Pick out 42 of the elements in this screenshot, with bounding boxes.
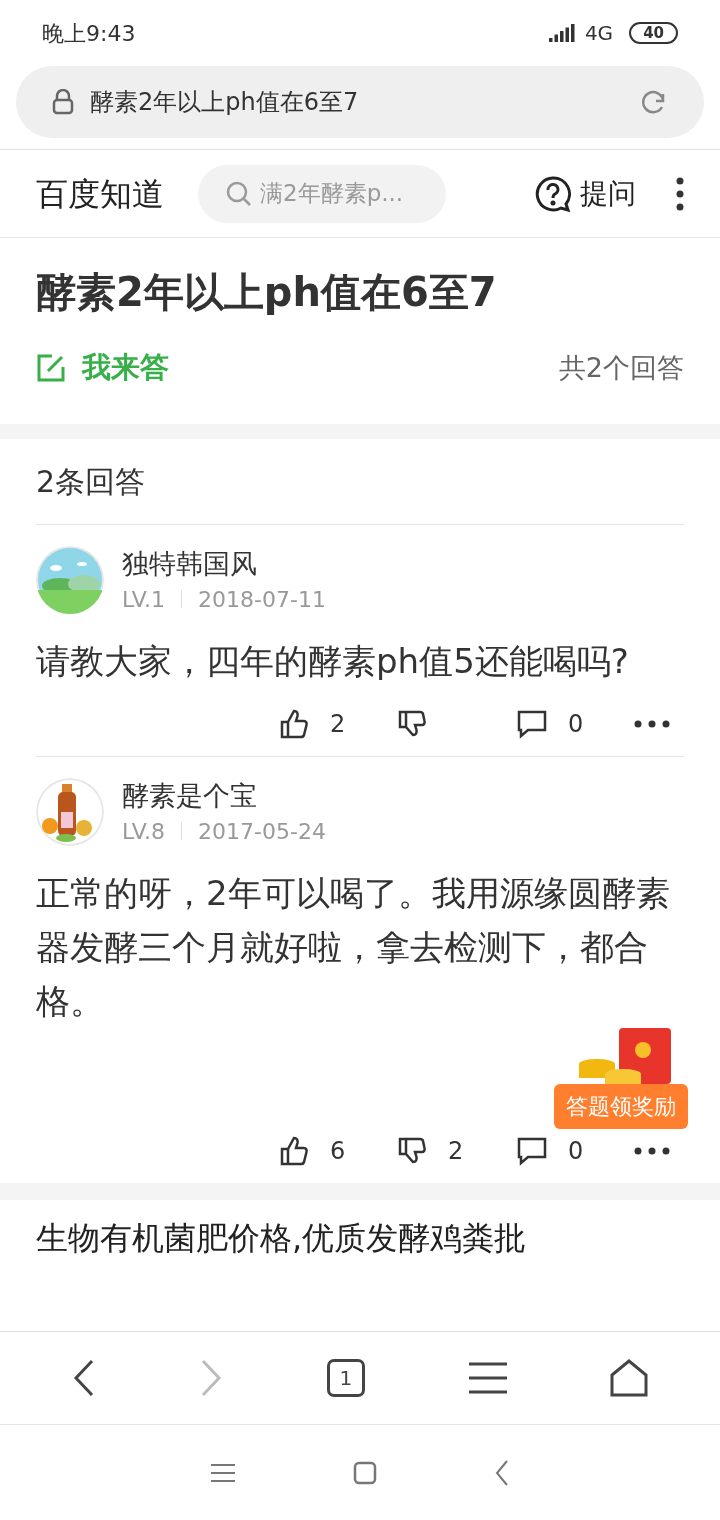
next-question-title[interactable]: 生物有机菌肥价格,优质发酵鸡粪批: [36, 1218, 527, 1257]
menu-icon[interactable]: [468, 1362, 507, 1394]
tabs-button[interactable]: 1: [327, 1359, 365, 1397]
home-nav-icon[interactable]: [353, 1460, 377, 1485]
answer-date: 2018-07-11: [198, 585, 326, 614]
ask-button[interactable]: 提问: [534, 172, 636, 215]
dislike-count: 2: [448, 1135, 464, 1167]
recents-icon[interactable]: [211, 1462, 235, 1483]
more-icon[interactable]: [634, 719, 670, 728]
network-type: 4G: [584, 20, 614, 47]
battery-level: 40: [629, 22, 678, 44]
like-button[interactable]: 2: [278, 705, 388, 742]
answers-heading: 2条回答: [36, 438, 684, 525]
home-icon[interactable]: [610, 1359, 649, 1397]
question-bubble-icon: [534, 174, 572, 213]
signal-icon: [548, 24, 577, 42]
back-icon[interactable]: [71, 1359, 96, 1397]
site-logo[interactable]: 百度知道: [36, 169, 164, 218]
back-nav-icon[interactable]: [495, 1459, 509, 1486]
status-time: 晚上9:43: [42, 19, 136, 48]
answer-date: 2017-05-24: [198, 817, 326, 846]
answer-total: 共2个回答: [558, 350, 684, 385]
answer-text: 请教大家，四年的酵素ph值5还能喝吗?: [36, 639, 630, 683]
more-menu-icon[interactable]: [676, 176, 684, 211]
comment-button[interactable]: 0: [516, 1132, 616, 1169]
url-text: 酵素2年以上ph值在6至7: [90, 87, 360, 118]
user-name[interactable]: 独特韩国风: [122, 544, 326, 583]
search-icon: [226, 180, 252, 207]
lock-icon: [52, 89, 74, 115]
answer-text: 正常的呀，2年可以喝了。我用源缘圆酵素器发酵三个月就好啦，拿去检测下，都合格。: [36, 871, 671, 1023]
thumbs-up-icon: [278, 707, 310, 740]
edit-icon: [36, 352, 66, 383]
like-button[interactable]: 6: [278, 1132, 388, 1169]
dislike-button[interactable]: 2: [396, 1132, 506, 1169]
comment-button[interactable]: 0: [516, 705, 616, 742]
user-level: LV.8: [122, 817, 166, 846]
question-title: 酵素2年以上ph值在6至7: [36, 268, 498, 317]
user-level: LV.1: [122, 585, 166, 614]
user-name[interactable]: 酵素是个宝: [122, 776, 326, 815]
more-icon[interactable]: [634, 1146, 670, 1155]
address-bar[interactable]: 酵素2年以上ph值在6至7: [16, 66, 704, 138]
thumbs-up-icon: [278, 1134, 310, 1167]
